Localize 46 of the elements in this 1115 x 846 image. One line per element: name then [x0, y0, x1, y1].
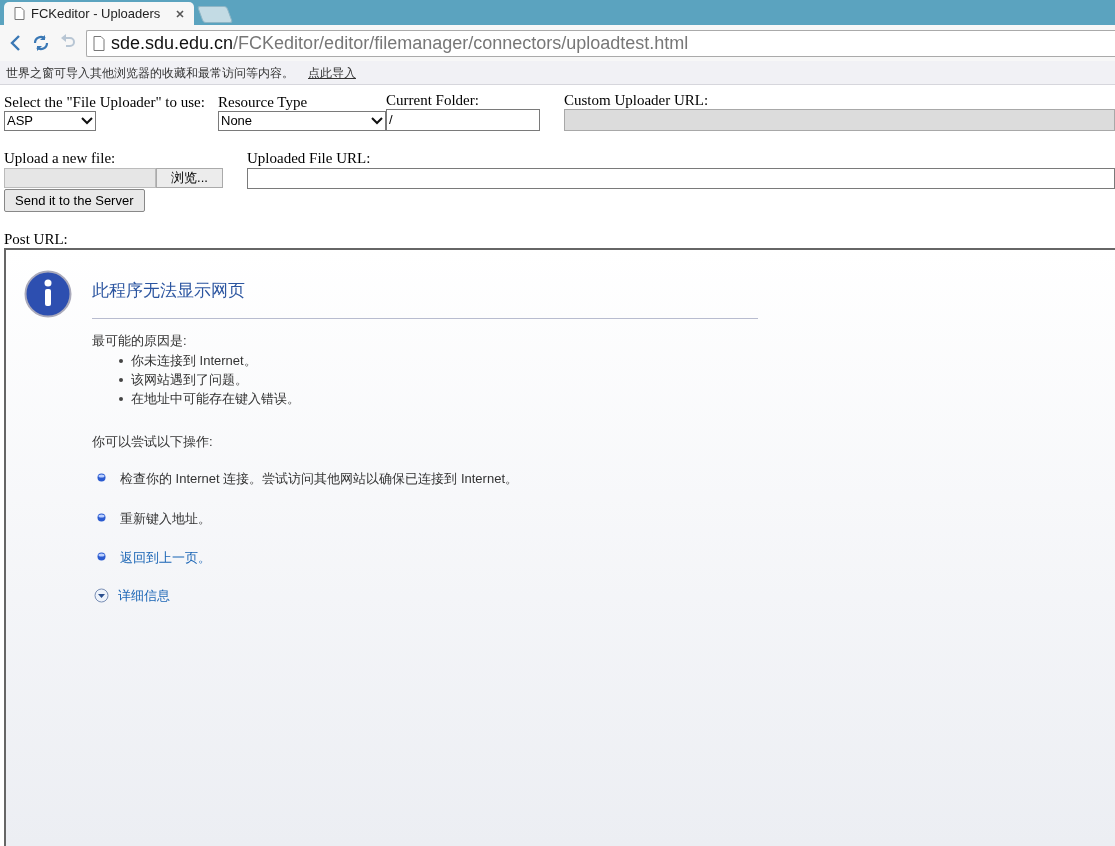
caret-icon	[371, 117, 383, 125]
field-label: Uploaded File URL:	[247, 149, 372, 167]
browser-tab[interactable]: FCKeditor - Uploaders	[4, 2, 194, 25]
reason-text: 在地址中可能存在键入错误。	[131, 389, 300, 408]
close-icon[interactable]	[176, 9, 184, 18]
error-title: 此程序无法显示网页	[92, 278, 758, 319]
section-heading: 你可以尝试以下操作:	[92, 432, 213, 451]
expand-icon[interactable]	[94, 587, 109, 603]
reason-text: 该网站遇到了问题。	[131, 370, 248, 389]
import-link[interactable]: 点此导入	[308, 63, 356, 82]
address-field[interactable]: sde.sdu.edu.cn/FCKeditor/editor/filemanager/connectors/uploadtest.html	[86, 29, 1115, 57]
page-icon	[93, 35, 105, 51]
section-heading: 最可能的原因是:	[92, 331, 187, 350]
browse-button[interactable]: 浏览...	[156, 168, 223, 188]
field-label: Current Folder:	[386, 91, 480, 109]
caret-icon	[81, 117, 93, 125]
reason-text: 你未连接到 Internet。	[131, 351, 257, 370]
field-label: Upload a new file:	[4, 149, 117, 167]
send-button[interactable]: Send it to the Server	[4, 189, 145, 212]
back-icon[interactable]	[8, 34, 22, 52]
resource-type-select[interactable]: None	[218, 111, 386, 131]
tab-title: FCKeditor - Uploaders	[31, 4, 162, 23]
uploader-select[interactable]: ASP	[4, 111, 96, 131]
back-link[interactable]: 返回到上一页。	[120, 548, 211, 568]
action-text: 重新键入地址。	[120, 509, 211, 528]
uploaded-url-input[interactable]	[247, 168, 1115, 189]
field-label: Post URL:	[4, 230, 68, 248]
action-text: 检查你的 Internet 连接。尝试访问其他网站以确保已连接到 Internet。	[120, 470, 518, 488]
bullet-icon	[119, 377, 123, 382]
bullet-icon	[97, 552, 106, 561]
bullet-icon	[119, 396, 123, 401]
folder-input[interactable]: /	[386, 109, 540, 131]
field-label: Select the "File Uploader" to use:	[4, 93, 206, 111]
url-path: /FCKeditor/editor/filemanager/connectors/uploadtest.html	[233, 31, 689, 55]
bullet-icon	[119, 358, 123, 363]
infobar-message: 世界之窗可导入其他浏览器的收藏和最常访问等内容。	[6, 64, 294, 82]
url-host: sde.sdu.edu.cn	[111, 31, 234, 55]
bullet-icon	[97, 512, 106, 522]
field-label: Custom Uploader URL:	[564, 91, 710, 109]
info-icon	[24, 270, 72, 318]
bullet-icon	[97, 473, 106, 482]
file-path-field[interactable]	[4, 168, 156, 188]
field-label: Resource Type	[218, 93, 309, 111]
page-icon	[14, 7, 25, 20]
details-link[interactable]: 详细信息	[118, 585, 170, 605]
refresh-icon[interactable]	[32, 34, 50, 52]
